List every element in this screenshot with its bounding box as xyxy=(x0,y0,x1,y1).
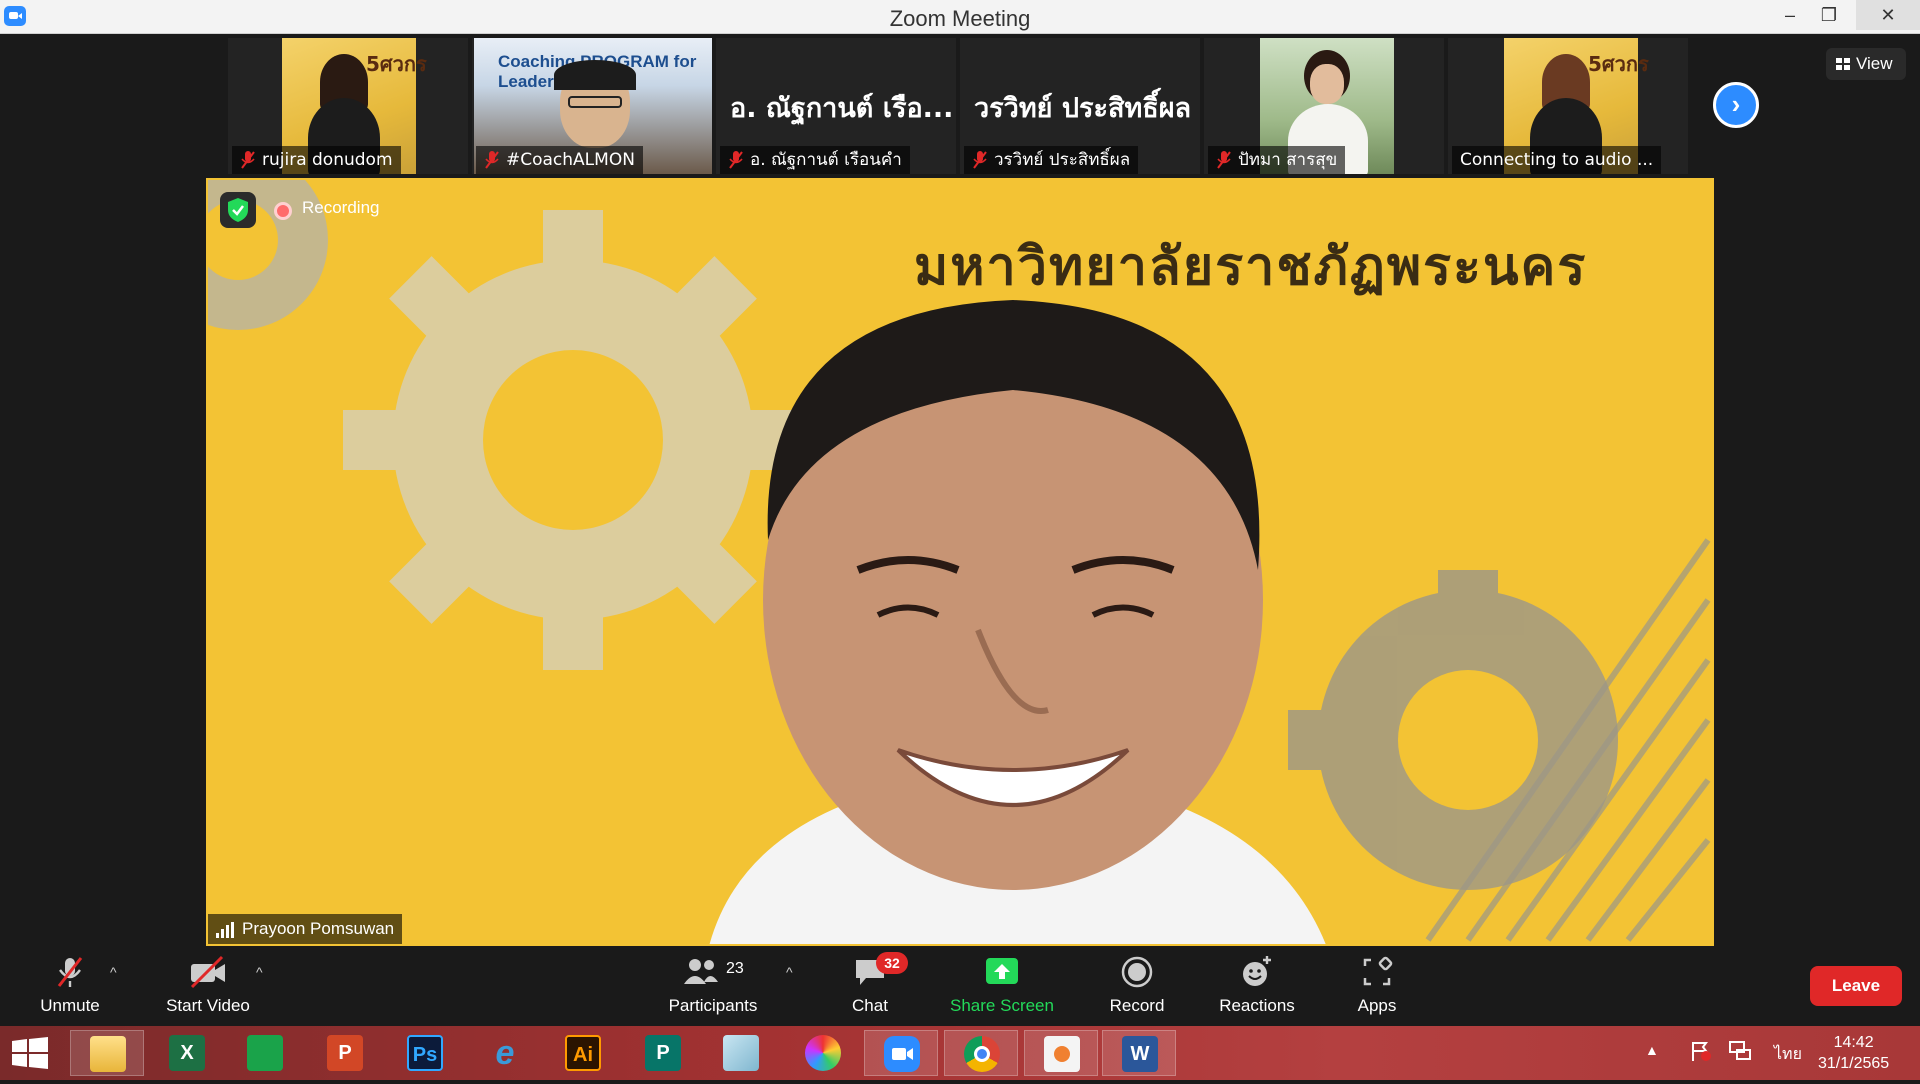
paint-icon xyxy=(1044,1036,1080,1072)
chat-unread-badge: 32 xyxy=(876,952,908,974)
share-screen-icon xyxy=(986,958,1018,984)
restore-button[interactable]: ❐ xyxy=(1803,0,1855,30)
connecting-indicator: ... xyxy=(1636,150,1654,170)
participant-display-name: อ. ณัฐกานต์ เรือ... xyxy=(730,93,954,124)
unmute-button[interactable]: Unmute xyxy=(28,954,112,1016)
participant-tile[interactable]: 5ศวกร Connecting to audio ... xyxy=(1448,38,1688,174)
signal-strength-icon xyxy=(216,922,234,938)
record-button[interactable]: Record xyxy=(1100,954,1174,1016)
close-button[interactable]: ✕ xyxy=(1856,0,1920,30)
store-icon xyxy=(247,1035,283,1071)
taskbar-illustrator[interactable]: Ai xyxy=(546,1030,620,1076)
publisher-icon: P xyxy=(645,1035,681,1071)
word-icon: W xyxy=(1122,1036,1158,1072)
participant-name-label: วรวิทย์ ประสิทธิ์ผล xyxy=(964,146,1139,174)
internet-explorer-icon: e xyxy=(495,1034,515,1072)
window-title: Zoom Meeting xyxy=(889,6,1031,31)
chevron-right-icon: › xyxy=(1731,89,1741,119)
taskbar-internet-explorer[interactable]: e xyxy=(468,1030,542,1076)
muted-mic-icon xyxy=(57,957,83,987)
participants-icon xyxy=(684,959,718,984)
active-speaker-video[interactable]: มหาวิทยาลัยราชภัฏพระนคร Recording Prayoo… xyxy=(206,178,1714,946)
participant-tile[interactable]: Coaching PROGRAM for Leader #CoachALMON xyxy=(472,38,712,174)
speaker-name-label: Prayoon Pomsuwan xyxy=(208,914,403,944)
participant-tile[interactable]: 5ศวกร rujira donudom xyxy=(228,38,468,174)
taskbar-photoscape[interactable] xyxy=(786,1030,860,1076)
participants-options-caret[interactable]: ^ xyxy=(786,964,793,980)
photoshop-icon: Ps xyxy=(407,1035,443,1071)
share-screen-button[interactable]: Share Screen xyxy=(946,954,1058,1016)
taskbar-chrome[interactable] xyxy=(944,1030,1018,1076)
taskbar-file-explorer[interactable] xyxy=(70,1030,144,1076)
network-icon[interactable] xyxy=(1728,1040,1752,1062)
participant-tile[interactable]: อ. ณัฐกานต์ เรือ... อ. ณัฐกานต์ เรือนคำ xyxy=(716,38,956,174)
participant-name-label: Connecting to audio ... xyxy=(1452,146,1662,174)
illustrator-icon: Ai xyxy=(565,1035,601,1071)
participants-button[interactable]: 23 Participants xyxy=(660,954,766,1016)
taskbar-excel[interactable]: X xyxy=(150,1030,224,1076)
meeting-toolbar: Unmute ^ Start Video ^ 23 Participants ^… xyxy=(0,946,1920,1026)
muted-mic-icon xyxy=(729,151,743,169)
record-icon xyxy=(1121,956,1153,988)
clock-time: 14:42 xyxy=(1833,1034,1874,1051)
taskbar-paint[interactable] xyxy=(1024,1030,1098,1076)
taskbar-word[interactable]: W xyxy=(1102,1030,1176,1076)
recording-icon xyxy=(274,202,292,220)
grid-icon xyxy=(1836,58,1850,70)
photoscape-icon xyxy=(805,1035,841,1071)
taskbar-notes[interactable] xyxy=(704,1030,778,1076)
recording-label: Recording xyxy=(302,198,380,217)
title-bar: Zoom Meeting – ❐ ✕ xyxy=(0,0,1920,34)
taskbar-photoshop[interactable]: Ps xyxy=(388,1030,462,1076)
audio-options-caret[interactable]: ^ xyxy=(110,964,117,980)
leave-button[interactable]: Leave xyxy=(1810,966,1902,1006)
excel-icon: X xyxy=(169,1035,205,1071)
reactions-icon xyxy=(1243,956,1271,986)
taskbar-publisher[interactable]: P xyxy=(626,1030,700,1076)
participant-display-name: วรวิทย์ ประสิทธิ์ผล xyxy=(974,93,1192,124)
participant-name-label: rujira donudom xyxy=(232,146,401,174)
zoom-icon xyxy=(884,1036,920,1072)
apps-icon xyxy=(1363,956,1393,986)
next-page-button[interactable]: › xyxy=(1713,82,1759,128)
speaker-figure xyxy=(709,300,1326,944)
clock-date: 31/1/2565 xyxy=(1818,1055,1890,1072)
taskbar-zoom[interactable] xyxy=(864,1030,938,1076)
participants-count: 23 xyxy=(726,960,744,977)
muted-mic-icon xyxy=(485,151,499,169)
participant-name-label: ปัทมา สารสุข xyxy=(1208,146,1346,174)
muted-mic-icon xyxy=(973,151,987,169)
gallery-strip: 5ศวกร rujira donudom Coaching PROGRAM fo… xyxy=(0,34,1920,178)
notes-icon xyxy=(723,1035,759,1071)
participant-name-label: อ. ณัฐกานต์ เรือนคำ xyxy=(720,146,910,174)
folder-icon xyxy=(90,1036,126,1072)
apps-button[interactable]: Apps xyxy=(1344,954,1410,1016)
chrome-icon xyxy=(964,1036,1000,1072)
action-center-flag-icon[interactable] xyxy=(1690,1040,1712,1062)
shield-icon xyxy=(228,198,248,222)
show-hidden-icons-icon[interactable]: ▲ xyxy=(1645,1042,1659,1058)
start-video-button[interactable]: Start Video xyxy=(160,954,256,1016)
language-indicator[interactable]: ไทย xyxy=(1774,1042,1802,1067)
muted-mic-icon xyxy=(241,151,255,169)
powerpoint-icon: P xyxy=(327,1035,363,1071)
taskbar-store[interactable] xyxy=(228,1030,302,1076)
video-options-caret[interactable]: ^ xyxy=(256,964,263,980)
windows-taskbar: X P Ps e Ai P W ▲ ไทย 14:42 31/1/2565 xyxy=(0,1026,1920,1080)
participant-tile[interactable]: วรวิทย์ ประสิทธิ์ผล วรวิทย์ ประสิทธิ์ผล xyxy=(960,38,1200,174)
view-button[interactable]: View xyxy=(1826,48,1906,80)
taskbar-powerpoint[interactable]: P xyxy=(308,1030,382,1076)
participant-tile[interactable]: ปัทมา สารสุข xyxy=(1204,38,1444,174)
video-off-icon xyxy=(190,955,225,989)
muted-mic-icon xyxy=(1217,151,1231,169)
windows-start-icon[interactable] xyxy=(10,1037,50,1069)
security-shield-button[interactable] xyxy=(220,192,256,228)
reactions-button[interactable]: Reactions xyxy=(1212,954,1302,1016)
participant-name-label: #CoachALMON xyxy=(476,146,643,174)
system-clock[interactable]: 14:42 31/1/2565 xyxy=(1818,1032,1889,1074)
